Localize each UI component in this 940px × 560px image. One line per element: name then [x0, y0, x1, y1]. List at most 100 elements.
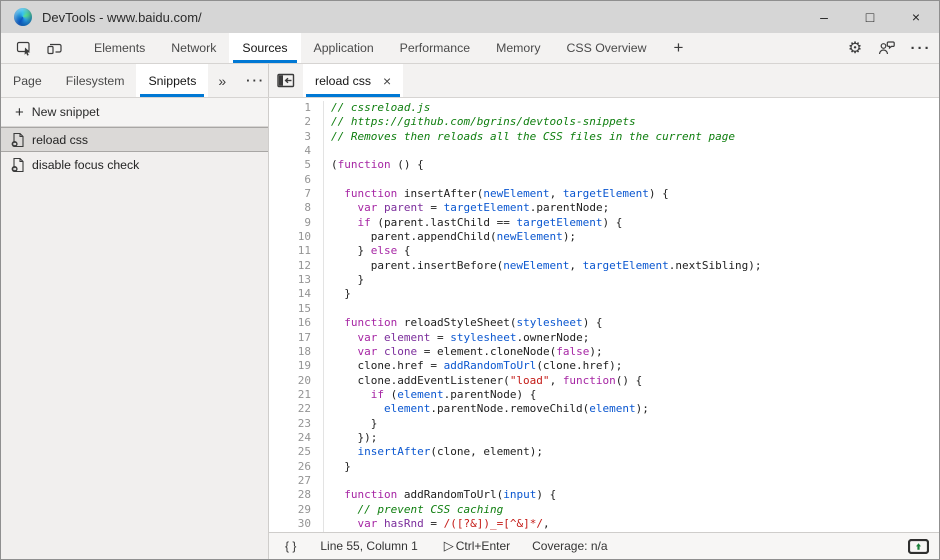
line-number[interactable]: 1 [269, 101, 311, 115]
hide-navigator-icon[interactable] [269, 64, 303, 97]
navtab-filesystem[interactable]: Filesystem [54, 64, 137, 97]
code-line[interactable]: insertAfter(clone, element); [331, 445, 939, 459]
add-panel-button[interactable]: + [659, 33, 697, 63]
line-number[interactable]: 27 [269, 474, 311, 488]
line-number[interactable]: 4 [269, 144, 311, 158]
toolbar-right: ⚙ ··· [839, 33, 939, 63]
editor-column: 1234567891011121314151617181920212223242… [269, 98, 939, 559]
line-number[interactable]: 9 [269, 216, 311, 230]
line-number[interactable]: 5 [269, 158, 311, 172]
tab-memory[interactable]: Memory [483, 33, 553, 63]
code-line[interactable]: function insertAfter(newElement, targetE… [331, 187, 939, 201]
device-toolbar-icon[interactable] [39, 33, 69, 63]
inspect-element-icon[interactable] [9, 33, 39, 63]
line-number[interactable]: 14 [269, 287, 311, 301]
editor-tab-label: reload css [315, 74, 371, 88]
line-number[interactable]: 15 [269, 302, 311, 316]
code-line[interactable]: // https://github.com/bgrins/devtools-sn… [331, 115, 939, 129]
line-number[interactable]: 10 [269, 230, 311, 244]
code-line[interactable]: } [331, 287, 939, 301]
snippet-file-icon [11, 157, 25, 173]
line-number[interactable]: 16 [269, 316, 311, 330]
line-number[interactable]: 12 [269, 259, 311, 273]
code-line[interactable]: var clone = element.cloneNode(false); [331, 345, 939, 359]
close-button[interactable]: × [893, 1, 939, 33]
minimize-button[interactable]: – [801, 1, 847, 33]
code-line[interactable]: var hasRnd = /([?&])_=[^&]*/, [331, 517, 939, 531]
line-number[interactable]: 6 [269, 173, 311, 187]
code-line[interactable]: } [331, 417, 939, 431]
code-line[interactable] [331, 173, 939, 187]
navtab-overflow-chevron-icon[interactable]: » [208, 64, 236, 97]
settings-gear-icon[interactable]: ⚙ [839, 38, 871, 58]
tab-application[interactable]: Application [301, 33, 387, 63]
line-number[interactable]: 18 [269, 345, 311, 359]
code-line[interactable]: if (element.parentNode) { [331, 388, 939, 402]
tab-performance[interactable]: Performance [387, 33, 483, 63]
line-number[interactable]: 13 [269, 273, 311, 287]
pretty-print-icon[interactable]: { } [285, 539, 296, 553]
line-number[interactable]: 11 [269, 244, 311, 258]
code-line[interactable]: function addRandomToUrl(input) { [331, 488, 939, 502]
more-options-icon[interactable]: ··· [903, 40, 939, 57]
line-number[interactable]: 29 [269, 503, 311, 517]
line-number[interactable]: 21 [269, 388, 311, 402]
line-number[interactable]: 17 [269, 331, 311, 345]
navtab-snippets[interactable]: Snippets [136, 64, 208, 97]
snippets-sidebar: + New snippet reload css [1, 98, 269, 559]
tab-close-icon[interactable]: × [383, 73, 391, 89]
line-number[interactable]: 20 [269, 374, 311, 388]
line-number[interactable]: 2 [269, 115, 311, 129]
line-number[interactable]: 28 [269, 488, 311, 502]
editor-tab-reload-css[interactable]: reload css × [303, 64, 403, 97]
code-editor[interactable]: 1234567891011121314151617181920212223242… [269, 98, 939, 532]
code-line[interactable] [331, 144, 939, 158]
tab-network[interactable]: Network [158, 33, 229, 63]
line-number[interactable]: 25 [269, 445, 311, 459]
navtab-page[interactable]: Page [1, 64, 54, 97]
code-line[interactable]: } [331, 273, 939, 287]
line-number[interactable]: 7 [269, 187, 311, 201]
code-line[interactable] [331, 474, 939, 488]
line-number[interactable]: 26 [269, 460, 311, 474]
console-drawer-icon[interactable] [908, 539, 929, 554]
snippet-item-reload-css[interactable]: reload css [1, 127, 268, 152]
line-number[interactable]: 19 [269, 359, 311, 373]
line-number[interactable]: 24 [269, 431, 311, 445]
code-line[interactable]: } else { [331, 244, 939, 258]
tab-css-overview[interactable]: CSS Overview [554, 33, 660, 63]
line-number[interactable]: 22 [269, 402, 311, 416]
code-line[interactable]: }); [331, 431, 939, 445]
code-line[interactable]: parent.insertBefore(newElement, targetEl… [331, 259, 939, 273]
tab-elements[interactable]: Elements [81, 33, 158, 63]
snippet-item-label: reload css [32, 133, 88, 147]
code-line[interactable]: (function () { [331, 158, 939, 172]
code-line[interactable]: if (parent.lastChild == targetElement) { [331, 216, 939, 230]
code-line[interactable]: clone.href = addRandomToUrl(clone.href); [331, 359, 939, 373]
line-number[interactable]: 23 [269, 417, 311, 431]
code-line[interactable]: clone.addEventListener("load", function(… [331, 374, 939, 388]
maximize-button[interactable]: □ [847, 1, 893, 33]
code-line[interactable]: // prevent CSS caching [331, 503, 939, 517]
code-line[interactable]: // Removes then reloads all the CSS file… [331, 130, 939, 144]
new-snippet-button[interactable]: + New snippet [1, 98, 268, 127]
code-line[interactable]: // cssreload.js [331, 101, 939, 115]
code-line[interactable]: var element = stylesheet.ownerNode; [331, 331, 939, 345]
code-line[interactable]: parent.appendChild(newElement); [331, 230, 939, 244]
feedback-icon[interactable] [871, 40, 903, 56]
code-line[interactable] [331, 302, 939, 316]
tab-sources[interactable]: Sources [229, 33, 300, 63]
line-number[interactable]: 8 [269, 201, 311, 215]
line-number[interactable]: 3 [269, 130, 311, 144]
code-line[interactable]: var parent = targetElement.parentNode; [331, 201, 939, 215]
run-shortcut-label: Ctrl+Enter [456, 539, 510, 553]
code-line[interactable]: element.parentNode.removeChild(element); [331, 402, 939, 416]
snippet-item-disable-focus-check[interactable]: disable focus check [1, 152, 268, 177]
code-line[interactable]: } [331, 460, 939, 474]
run-snippet-button[interactable]: ▷ Ctrl+Enter [444, 538, 510, 554]
gutter: 1234567891011121314151617181920212223242… [269, 101, 324, 532]
line-number[interactable]: 30 [269, 517, 311, 531]
code-line[interactable]: function reloadStyleSheet(stylesheet) { [331, 316, 939, 330]
cursor-position: Line 55, Column 1 [320, 539, 417, 553]
code-lines[interactable]: // cssreload.js// https://github.com/bgr… [324, 101, 939, 532]
